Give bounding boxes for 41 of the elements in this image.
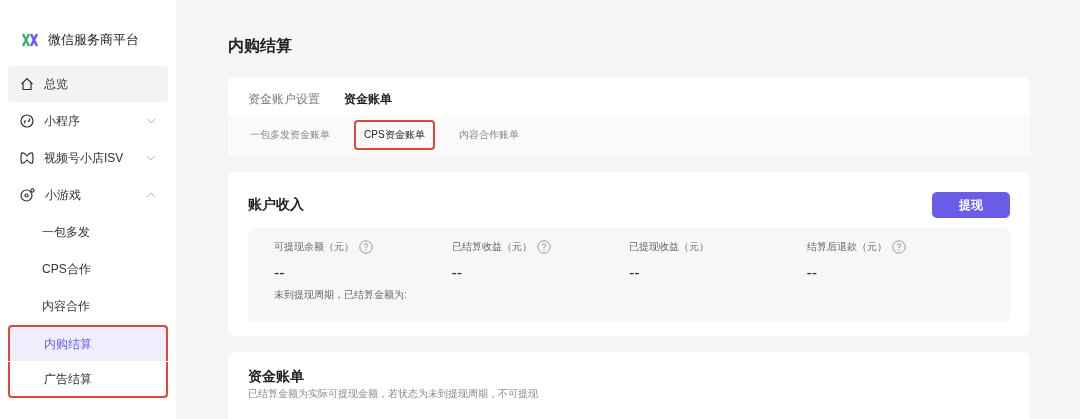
subtab[interactable]: CPS资金账单 (354, 120, 435, 150)
nav-label: 小游戏 (45, 186, 82, 204)
subtab[interactable]: 一包多发资金账单 (240, 120, 340, 150)
withdraw-button[interactable]: 提现 (932, 192, 1010, 218)
disc-icon (20, 188, 35, 202)
stat-value: -- (451, 264, 464, 282)
section-title: 资金账单 (248, 368, 305, 386)
nav-label: 小程序 (44, 112, 81, 130)
sidebar-subitem[interactable]: 一包多发 (8, 214, 168, 250)
home-icon (20, 77, 34, 91)
sidebar-item[interactable]: 小游戏 (8, 177, 168, 213)
stat-label: 已提现收益（元） (629, 240, 709, 254)
stat-label: 结算后退款（元） (806, 240, 887, 254)
sidebar-item[interactable]: 视频号小店ISV (8, 140, 168, 176)
help-icon[interactable] (359, 240, 373, 254)
sidebar-subitem[interactable]: 内购结算 (8, 325, 168, 361)
sidebar-item[interactable]: 总览 (8, 66, 168, 102)
sidebar-item[interactable]: 小程序 (8, 103, 168, 139)
tab[interactable]: 资金账单 (344, 91, 392, 108)
nav-label: 总览 (44, 75, 69, 93)
help-icon[interactable] (536, 240, 551, 254)
logo-icon (22, 33, 38, 47)
stat-value: -- (806, 264, 819, 282)
brand-name: 微信服务商平台 (48, 31, 139, 49)
stat-value: -- (629, 264, 641, 282)
help-icon[interactable] (891, 240, 906, 254)
tab[interactable]: 资金账户设置 (248, 91, 320, 108)
nav-label: 视频号小店ISV (44, 149, 125, 167)
section-title: 账户收入 (248, 196, 304, 214)
stat-value: -- (274, 264, 286, 282)
bill-note: 已结算金额为实际可提现金额，若状态为未到提现周期，不可提现 (248, 387, 539, 401)
subtab[interactable]: 内容合作账单 (448, 120, 529, 150)
page-title: 内购结算 (228, 36, 293, 56)
sidebar-subitem[interactable]: CPS合作 (8, 251, 168, 287)
stat-label: 已结算收益（元） (451, 240, 532, 254)
sidebar-subitem[interactable]: 广告结算 (8, 362, 168, 398)
link-circle-icon (20, 114, 34, 128)
sidebar-subitem[interactable]: 内容合作 (8, 288, 168, 324)
stat-label: 可提现余额（元） (274, 240, 354, 254)
butterfly-icon (20, 151, 34, 165)
settlement-note: 未到提现周期，已结算金额为: (274, 288, 408, 302)
